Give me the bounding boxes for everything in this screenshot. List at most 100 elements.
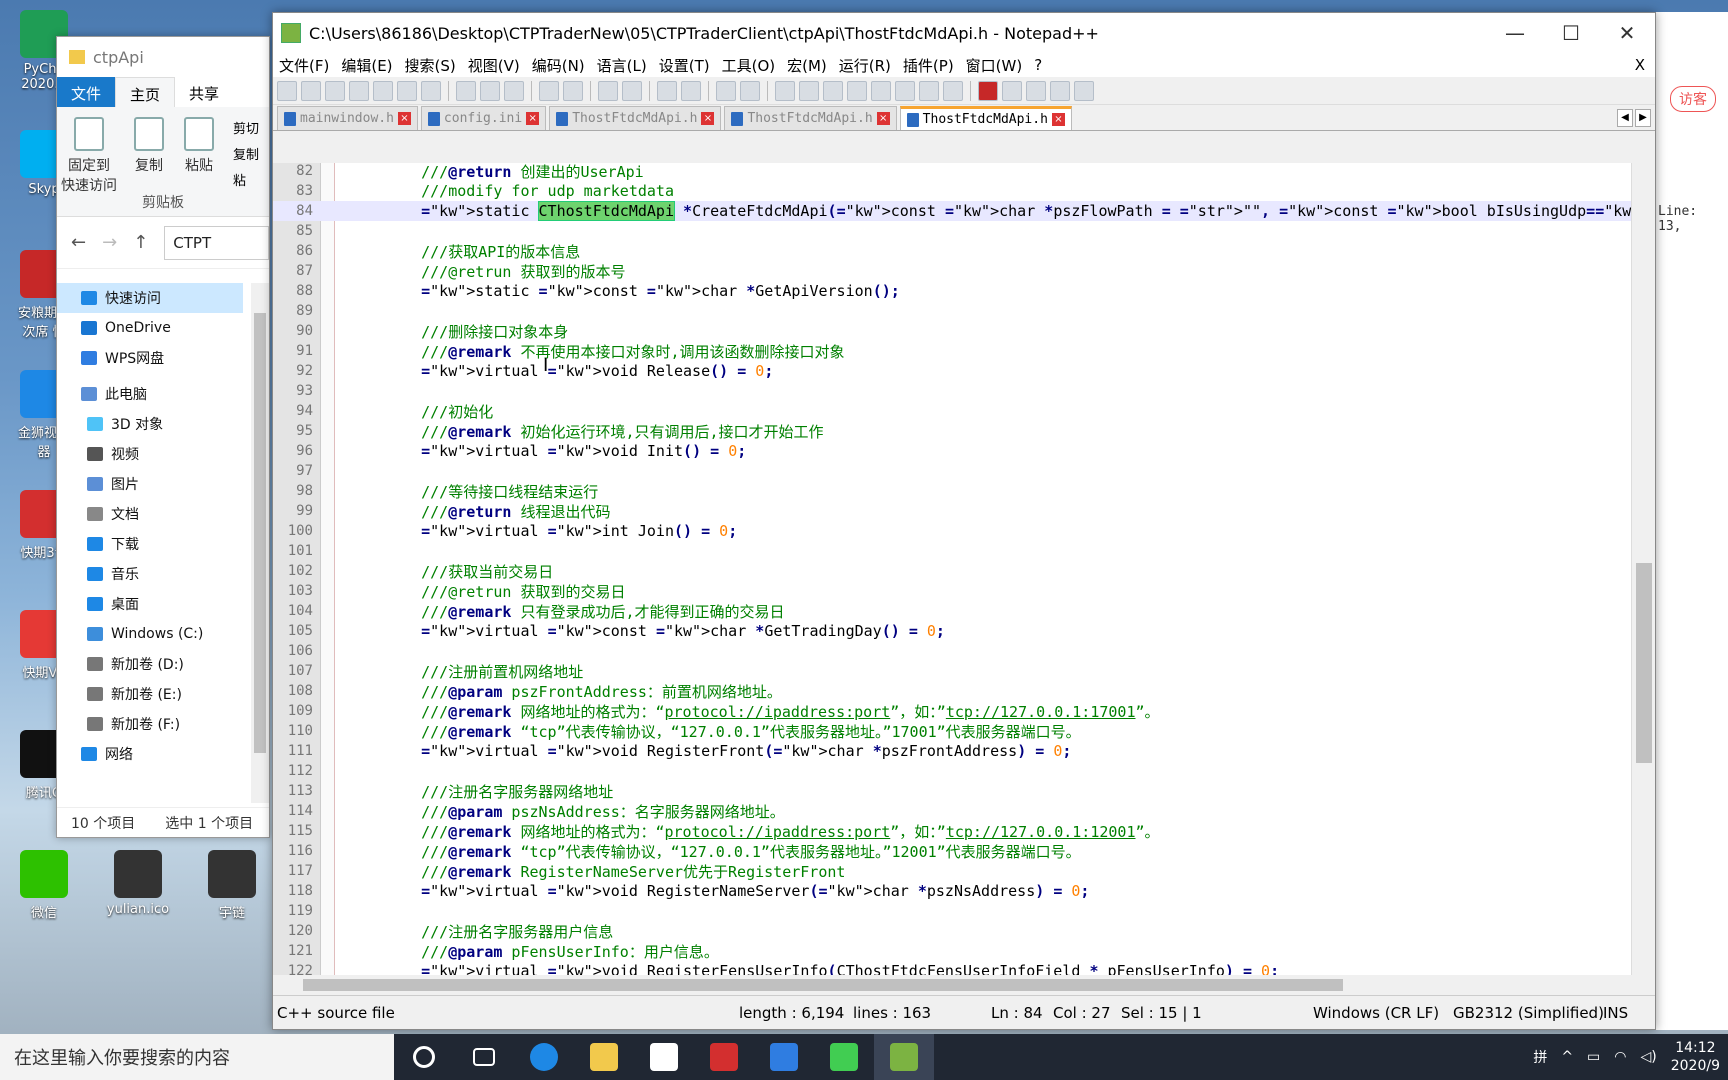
find-icon[interactable] [598, 80, 618, 101]
eol-format[interactable]: Windows (CR LF) [1313, 1004, 1439, 1022]
replace-icon[interactable] [622, 80, 642, 101]
save-macro-icon[interactable] [1074, 80, 1094, 101]
code-line[interactable]: 86 ///获取API的版本信息 [273, 241, 1633, 261]
taskbar-search[interactable]: 在这里输入你要搜索的内容 [0, 1034, 394, 1080]
code-line[interactable]: 121 ///@param pFensUserInfo：用户信息。 [273, 941, 1633, 961]
nav-item[interactable]: 桌面 [57, 589, 243, 619]
code-line[interactable]: 96 ="kw">virtual ="kw">void Init() = 0; [273, 441, 1633, 461]
code-line[interactable]: 97 [273, 461, 1633, 481]
tab-scroll-left-icon[interactable]: ◀ [1617, 109, 1633, 127]
code-line[interactable]: 118 ="kw">virtual ="kw">void RegisterNam… [273, 881, 1633, 901]
close-all-icon[interactable] [397, 80, 417, 101]
code-line[interactable]: 100 ="kw">virtual ="kw">int Join() = 0; [273, 521, 1633, 541]
code-line[interactable]: 108 ///@param pszFrontAddress：前置机网络地址。 [273, 681, 1633, 701]
close-tab-icon[interactable]: × [1051, 113, 1065, 126]
nav-item[interactable]: 快速访问 [57, 283, 243, 313]
store-icon[interactable] [634, 1034, 694, 1080]
insert-mode[interactable]: INS [1603, 1004, 1628, 1022]
func-list-icon[interactable] [895, 80, 915, 101]
notepadpp-taskbar-icon[interactable] [874, 1034, 934, 1080]
doc-tab[interactable]: config.ini × [420, 106, 547, 130]
code-line[interactable]: 106 [273, 641, 1633, 661]
code-line[interactable]: 83 ///modify for udp marketdata [273, 181, 1633, 201]
nav-item[interactable]: Windows (C:) [57, 619, 243, 649]
nav-scrollbar[interactable] [251, 283, 269, 803]
doc-tab[interactable]: mainwindow.h × [277, 106, 418, 130]
doc-tab[interactable]: ThostFtdcMdApi.h × [724, 106, 897, 130]
indent-guide-icon[interactable] [823, 80, 843, 101]
code-line[interactable]: 88 ="kw">static ="kw">const ="kw">char *… [273, 281, 1633, 301]
visitor-button[interactable]: 访客 [1670, 86, 1716, 112]
nav-item[interactable]: 视频 [57, 439, 243, 469]
encoding[interactable]: GB2312 (Simplified) [1453, 1004, 1604, 1022]
code-line[interactable]: 101 [273, 541, 1633, 561]
menu-item[interactable]: 搜索(S) [399, 55, 462, 76]
wifi-icon[interactable]: ◠ [1614, 1049, 1626, 1065]
menu-item[interactable]: 运行(R) [833, 55, 897, 76]
doc-tab[interactable]: ThostFtdcMdApi.h × [549, 106, 722, 130]
clock[interactable]: 14:12 2020/9 [1671, 1039, 1720, 1075]
code-line[interactable]: 90 ///删除接口对象本身 [273, 321, 1633, 341]
code-line[interactable]: 98 ///等待接口线程结束运行 [273, 481, 1633, 501]
qt-creator-icon[interactable] [814, 1034, 874, 1080]
print-icon[interactable] [421, 80, 441, 101]
record-icon[interactable] [978, 80, 998, 101]
minimize-button[interactable]: — [1487, 13, 1543, 53]
code-line[interactable]: 84 ="kw">static CThostFtdcMdApi *CreateF… [273, 201, 1633, 221]
task-view-icon[interactable] [454, 1034, 514, 1080]
copy-button[interactable]: 复制 [121, 117, 177, 175]
code-line[interactable]: 93 [273, 381, 1633, 401]
nav-item[interactable]: OneDrive [57, 313, 243, 343]
battery-icon[interactable]: ▭ [1587, 1049, 1600, 1065]
nav-item[interactable]: 此电脑 [57, 379, 243, 409]
code-line[interactable]: 114 ///@param pszNsAddress：名字服务器网络地址。 [273, 801, 1633, 821]
cortana-icon[interactable] [394, 1034, 454, 1080]
paste-icon[interactable] [504, 80, 524, 101]
close-tab-icon[interactable]: × [397, 112, 411, 125]
menu-item[interactable]: 设置(T) [653, 55, 716, 76]
editor-horizontal-scrollbar[interactable] [273, 975, 1633, 995]
chevron-up-icon[interactable]: ^ [1561, 1049, 1573, 1065]
code-line[interactable]: 120 ///注册名字服务器用户信息 [273, 921, 1633, 941]
zoom-out-icon[interactable] [681, 80, 701, 101]
code-line[interactable]: 107 ///注册前置机网络地址 [273, 661, 1633, 681]
maximize-button[interactable]: ☐ [1543, 13, 1599, 53]
menu-item[interactable]: 插件(P) [897, 55, 960, 76]
wrap-icon[interactable] [775, 80, 795, 101]
code-line[interactable]: 115 ///@remark 网络地址的格式为：“protocol://ipad… [273, 821, 1633, 841]
forward-arrow-icon[interactable]: → [102, 232, 117, 253]
file-explorer-icon[interactable] [574, 1034, 634, 1080]
tab-home[interactable]: 主页 [115, 77, 176, 107]
notepadpp-window[interactable]: C:\Users\86186\Desktop\CTPTraderNew\05\C… [272, 12, 1656, 1030]
menu-item[interactable]: 编辑(E) [335, 55, 398, 76]
code-line[interactable]: 94 ///初始化 [273, 401, 1633, 421]
code-line[interactable]: 91 ///@remark 不再使用本接口对象时,调用该函数删除接口对象 [273, 341, 1633, 361]
udl-icon[interactable] [847, 80, 867, 101]
menu-item[interactable]: 语言(L) [591, 55, 653, 76]
volume-icon[interactable]: ◁) [1641, 1049, 1657, 1065]
pin-quick-access-button[interactable]: 固定到 快速访问 [61, 117, 117, 195]
address-bar[interactable]: CTPT [164, 225, 269, 260]
tab-file[interactable]: 文件 [57, 77, 116, 107]
folder-ws-icon[interactable] [919, 80, 939, 101]
doc-tab[interactable]: ThostFtdcMdApi.h × [899, 106, 1072, 130]
editor-vertical-scrollbar[interactable] [1631, 163, 1655, 975]
nav-item[interactable]: 新加卷 (D:) [57, 649, 243, 679]
nav-item[interactable]: 3D 对象 [57, 409, 243, 439]
open-icon[interactable] [301, 80, 321, 101]
file-explorer-window[interactable]: ctpApi 文件 主页 共享 固定到 快速访问 复制 粘贴 剪切 复制 粘 剪… [56, 36, 270, 838]
cut-button[interactable]: 剪切 [233, 117, 259, 143]
menu-item[interactable]: 宏(M) [781, 55, 833, 76]
undo-icon[interactable] [539, 80, 559, 101]
nav-item[interactable]: 下载 [57, 529, 243, 559]
wps-icon[interactable] [754, 1034, 814, 1080]
menu-item[interactable]: 窗口(W) [960, 55, 1029, 76]
close-tab-icon[interactable]: × [876, 112, 890, 125]
stop-icon[interactable] [1002, 80, 1022, 101]
nav-item[interactable]: 网络 [57, 739, 243, 769]
code-line[interactable]: 112 [273, 761, 1633, 781]
nav-item[interactable]: 文档 [57, 499, 243, 529]
nav-item[interactable]: 新加卷 (E:) [57, 679, 243, 709]
back-arrow-icon[interactable]: ← [71, 232, 86, 253]
desktop-icon[interactable]: yulian.ico [102, 850, 174, 917]
